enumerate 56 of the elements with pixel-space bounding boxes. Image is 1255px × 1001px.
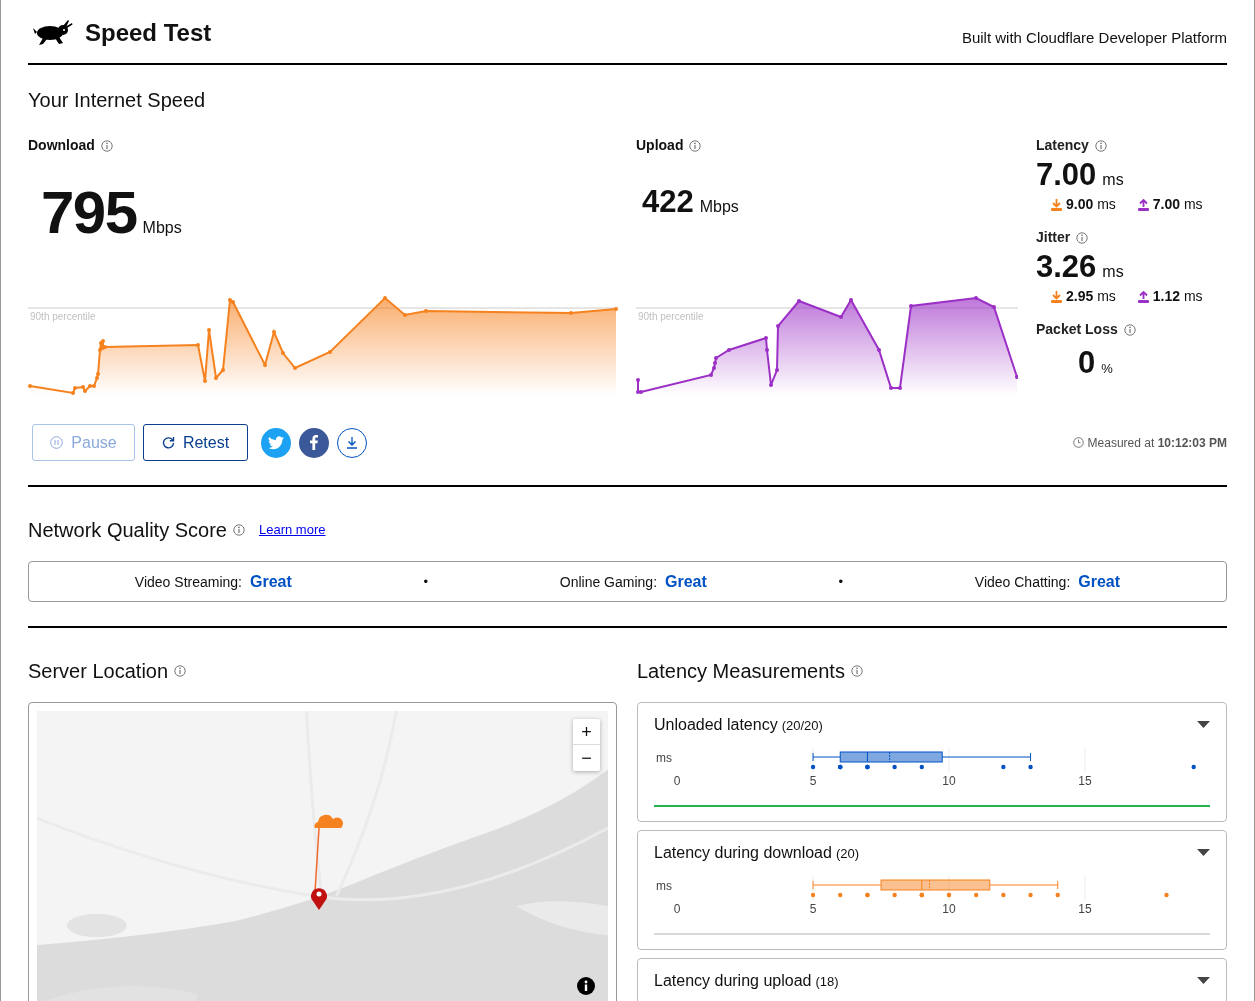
metric-label: Jitter bbox=[1036, 228, 1071, 247]
axis-unit-label: ms bbox=[656, 878, 672, 895]
score-label: Video Chatting: bbox=[974, 572, 1071, 592]
axis-tick-label: 10 bbox=[942, 902, 956, 916]
percentile-label: 90th percentile bbox=[638, 310, 704, 324]
download-value: 2.95 ms bbox=[1066, 287, 1116, 306]
sample-count: (20/20) bbox=[781, 717, 823, 735]
sample-count: (18) bbox=[815, 973, 839, 991]
axis-tick-label: 10 bbox=[942, 774, 956, 788]
section-heading: Server Location bbox=[28, 659, 169, 684]
card-title: Latency during upload bbox=[654, 971, 812, 991]
metric-unit: % bbox=[1101, 360, 1113, 378]
score-value: Great bbox=[665, 571, 707, 592]
axis-tick-label: 5 bbox=[809, 902, 817, 916]
card-title: Latency during download bbox=[654, 843, 832, 863]
card-title: Unloaded latency bbox=[654, 715, 778, 735]
score-value: Great bbox=[1078, 571, 1121, 592]
metric-value: 0 bbox=[1078, 344, 1096, 382]
separator-dot: • bbox=[838, 572, 844, 591]
speed-unit: Mbps bbox=[142, 218, 182, 238]
axis-tick-label: 15 bbox=[1078, 774, 1092, 788]
metric-label: Download bbox=[28, 136, 95, 155]
axis-tick-label: 15 bbox=[1078, 902, 1092, 916]
axis-tick-label: 5 bbox=[809, 774, 817, 788]
sample-count: (20) bbox=[835, 845, 860, 863]
metric-label: Latency bbox=[1036, 136, 1089, 155]
section-heading: Network Quality Score bbox=[28, 518, 227, 543]
learn-more-link[interactable]: Learn more bbox=[258, 520, 326, 540]
zoom-out-button[interactable]: − bbox=[573, 745, 600, 771]
measured-time: Measured at 10:12:03 PM bbox=[1087, 434, 1227, 452]
metric-unit: ms bbox=[1102, 170, 1124, 190]
upload-value: 7.00 ms bbox=[1152, 195, 1203, 214]
platform-credit: Built with Cloudflare Developer Platform bbox=[961, 27, 1227, 48]
metric-value: 7.00 bbox=[1036, 156, 1097, 194]
axis-tick-label: 0 bbox=[673, 774, 681, 788]
score-label: Online Gaming: bbox=[559, 572, 658, 592]
upload-value: 1.12 ms bbox=[1152, 287, 1203, 306]
speed-unit: Mbps bbox=[699, 197, 739, 217]
score-value: Great bbox=[250, 571, 292, 592]
app-title: Speed Test bbox=[85, 18, 212, 48]
metric-label: Packet Loss bbox=[1036, 320, 1118, 339]
download-speed-value: 795 bbox=[41, 178, 137, 248]
upload-speed-value: 422 bbox=[642, 183, 694, 221]
section-heading: Your Internet Speed bbox=[28, 88, 207, 113]
percentile-label: 90th percentile bbox=[30, 310, 96, 324]
axis-unit-label: ms bbox=[656, 750, 672, 767]
section-heading: Latency Measurements bbox=[637, 659, 845, 684]
separator-dot: • bbox=[423, 572, 429, 591]
score-label: Video Streaming: bbox=[134, 572, 242, 592]
retest-button[interactable]: Retest bbox=[143, 424, 248, 461]
metric-unit: ms bbox=[1102, 262, 1124, 282]
axis-tick-label: 0 bbox=[673, 902, 681, 916]
metric-label: Upload bbox=[636, 136, 684, 155]
metric-value: 3.26 bbox=[1036, 248, 1097, 286]
zoom-in-button[interactable]: + bbox=[573, 719, 600, 745]
download-value: 9.00 ms bbox=[1066, 195, 1116, 214]
